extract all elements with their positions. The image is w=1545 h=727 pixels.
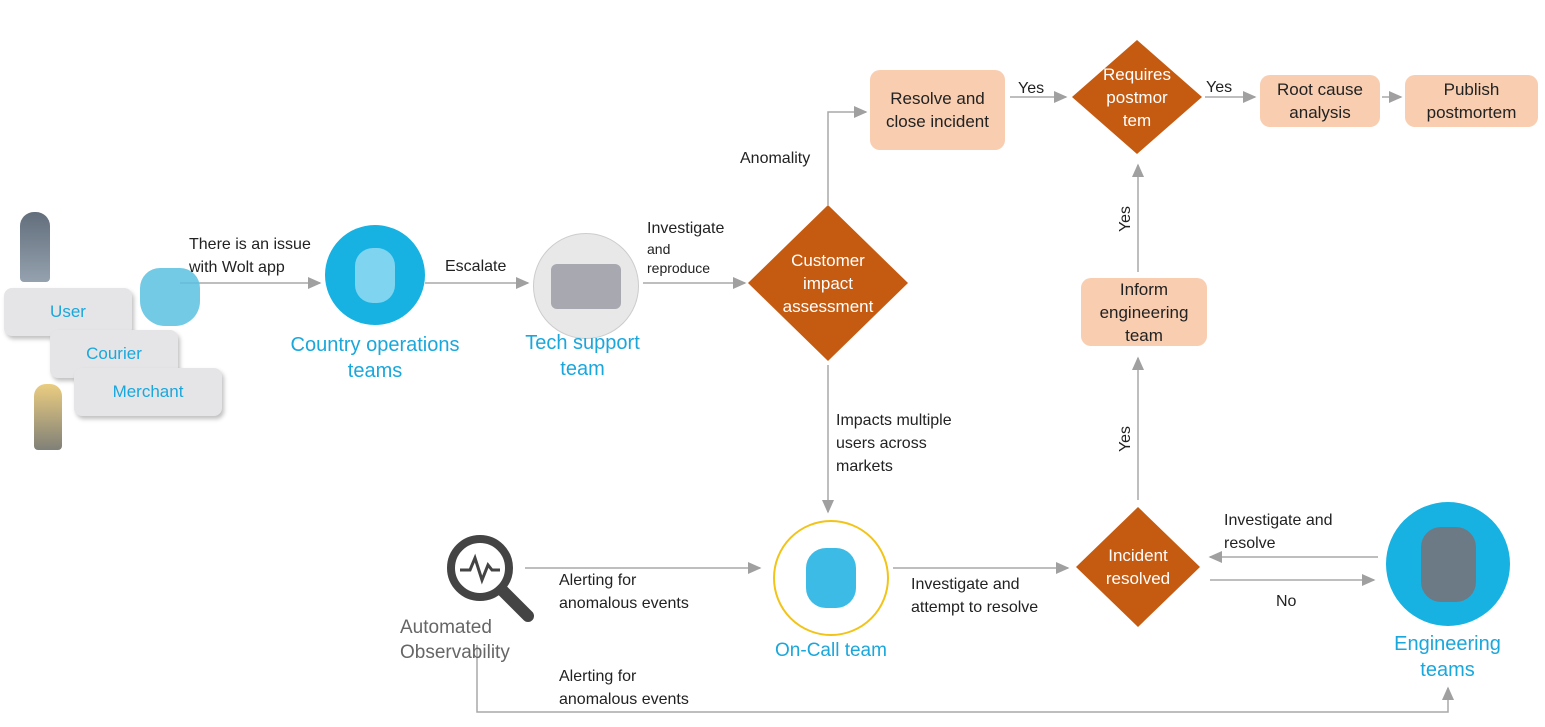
- label-investigate-resolve: Investigate and resolve: [1224, 512, 1333, 552]
- wolt-deer-mascot: [551, 263, 621, 309]
- requires-postmortem-text: Requires postmor tem: [1102, 64, 1172, 130]
- label-investigate: Investigate: [647, 220, 725, 237]
- engineering-label: Engineering teams: [1394, 633, 1501, 681]
- tech-support-avatar: [533, 233, 639, 339]
- wolt-deer-mascot: [355, 247, 395, 303]
- label-attempt: Investigate and attempt to resolve: [911, 576, 1039, 616]
- label-yes2: Yes: [1206, 79, 1233, 96]
- country-ops-label: Country operations teams: [290, 334, 460, 382]
- arrow-anomality: [827, 106, 868, 205]
- actor-merchant: Merchant: [74, 368, 222, 416]
- publish-box: Publish postmortem: [1405, 75, 1538, 127]
- label-alerting1: Alerting for anomalous events: [559, 572, 689, 612]
- label-escalate: Escalate: [445, 258, 507, 275]
- customer-impact-text: Customer impact assessment: [782, 250, 874, 316]
- engineering-avatar: [1386, 502, 1510, 626]
- customer-impact-decision: Customer impact assessment: [748, 205, 908, 361]
- actor-user: User: [4, 288, 132, 336]
- requires-postmortem-decision: Requires postmor tem: [1072, 40, 1202, 154]
- label-yes4: Yes: [1117, 425, 1135, 453]
- user-figure: [20, 212, 50, 282]
- tech-support-label: Tech support team: [525, 332, 640, 380]
- resolve-close-box: Resolve and close incident: [870, 70, 1005, 150]
- observability-label: Automated Observability: [400, 617, 510, 663]
- label-yes1: Yes: [1018, 80, 1045, 97]
- incident-resolved-text: Incident resolved: [1105, 546, 1171, 588]
- on-call-avatar: [773, 520, 889, 636]
- wolt-deer-mascot: [1420, 526, 1476, 602]
- merchant-figure: [34, 384, 62, 450]
- label-no: No: [1276, 593, 1297, 610]
- on-call-label: On-Call team: [775, 640, 887, 661]
- magnifier-pulse-icon: [447, 535, 534, 622]
- label-yes3: Yes: [1117, 205, 1135, 233]
- inform-box: Inform engineering team: [1081, 278, 1207, 346]
- root-cause-box: Root cause analysis: [1260, 75, 1380, 127]
- incident-flow-diagram: User Courier Merchant Country operations…: [0, 0, 1545, 727]
- label-issue: There is an issue with Wolt app: [189, 236, 311, 276]
- wolt-deer-mascot: [806, 548, 856, 608]
- country-ops-avatar: [325, 225, 425, 325]
- label-alerting2: Alerting for anomalous events: [559, 668, 689, 708]
- label-impacts: Impacts multiple users across markets: [836, 412, 952, 475]
- label-anomality: Anomality: [740, 150, 811, 167]
- incident-resolved-decision: Incident resolved: [1076, 507, 1200, 627]
- label-and-reproduce: and reproduce: [647, 241, 711, 276]
